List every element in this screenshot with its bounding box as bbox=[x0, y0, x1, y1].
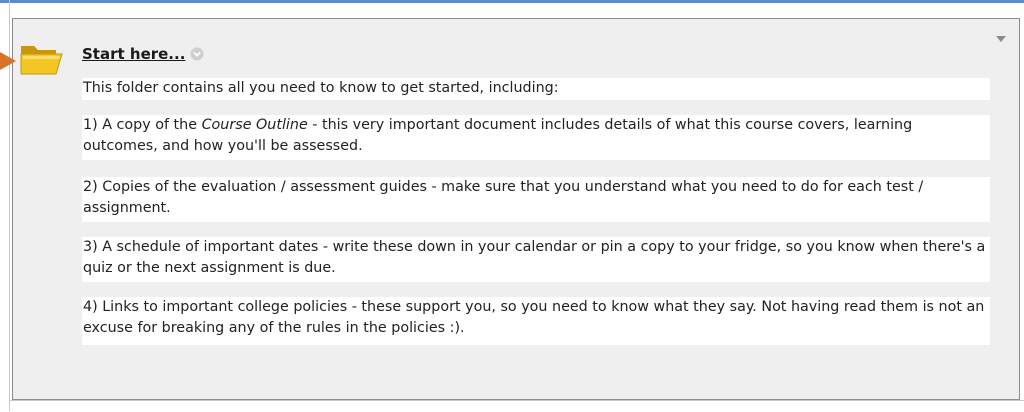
folder-icon bbox=[20, 46, 63, 75]
description-intro: This folder contains all you need to kno… bbox=[82, 78, 990, 100]
options-chevron-icon[interactable] bbox=[190, 47, 204, 61]
item-title-link[interactable]: Start here... bbox=[82, 45, 185, 63]
next-item-edge bbox=[10, 400, 1024, 412]
item-title-row: Start here... bbox=[82, 43, 204, 65]
description-item-3: 3) A schedule of important dates - write… bbox=[82, 237, 990, 282]
description-item-4: 4) Links to important college policies -… bbox=[82, 297, 990, 345]
description-item-2: 2) Copies of the evaluation / assessment… bbox=[82, 177, 990, 222]
pointer-arrow-icon bbox=[0, 52, 16, 70]
course-outline-emphasis: Course Outline bbox=[201, 117, 308, 133]
top-accent-border bbox=[0, 0, 1024, 3]
item-1-text-start: 1) A copy of the bbox=[83, 117, 202, 133]
description-item-1: 1) A copy of the Course Outline - this v… bbox=[82, 115, 990, 160]
collapse-triangle-icon[interactable] bbox=[995, 35, 1007, 43]
